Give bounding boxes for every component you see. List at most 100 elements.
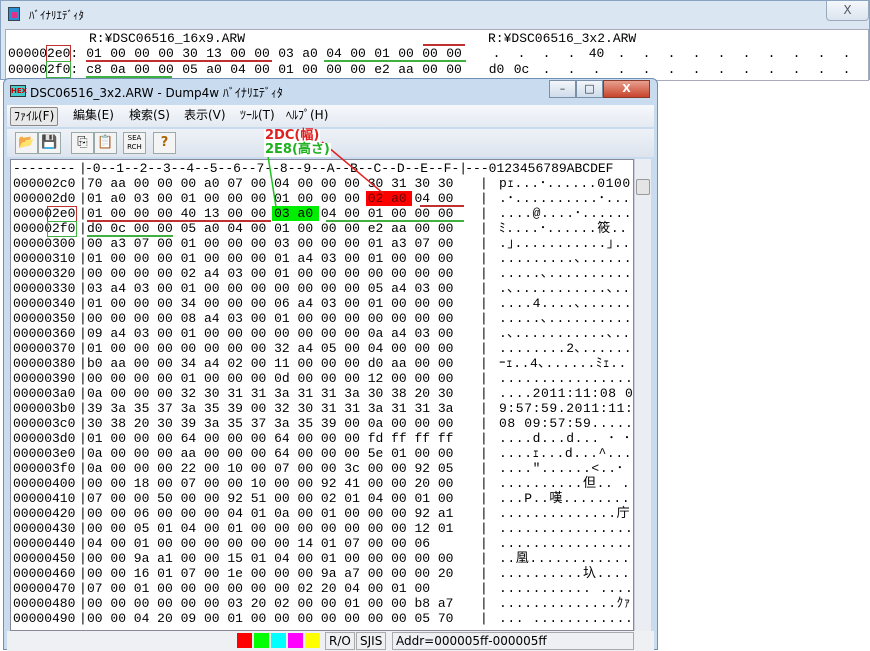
menu-search[interactable]: 検索(S) xyxy=(126,107,173,126)
open-folder-icon[interactable]: 📂 xyxy=(15,132,38,154)
paste-icon[interactable]: 📋 xyxy=(94,132,117,154)
hex-byte: 00 xyxy=(134,61,150,77)
hex-byte: 00 xyxy=(320,311,337,326)
menu-edit[interactable]: 編集(E) xyxy=(70,107,117,126)
row-address: 000003d0 xyxy=(13,431,76,446)
hex-byte: 00 xyxy=(274,476,290,491)
hex-byte: 00 xyxy=(203,581,220,596)
vertical-scrollbar[interactable] xyxy=(634,159,651,631)
table-row[interactable]: 00000330 |03 a4 03 00 01 00 00 00 00 00 00 00 05 a4 03 0… xyxy=(13,281,459,296)
ascii-text: .........､...... xyxy=(499,251,633,266)
ascii-text: .....､.......... xyxy=(499,266,633,281)
table-row[interactable]: 00000420 |00 00 06 00 00 00 04 01 0a 00 01 00 00 00 92 a… xyxy=(13,506,459,521)
table-row[interactable]: 00000390 |00 00 00 00 01 00 00 00 0d 00 00 00 12 00 00 0… xyxy=(13,371,459,386)
hex-byte: 00 xyxy=(250,356,267,371)
hex-byte: 00 xyxy=(437,341,454,356)
search-button[interactable]: SEA RCH xyxy=(123,132,146,154)
table-row[interactable]: 00000370 |01 00 00 00 00 00 00 00 32 a4 05 00 04 00 00 0… xyxy=(13,341,459,356)
hex-byte: 00 xyxy=(157,266,173,281)
hex-byte: 00 xyxy=(297,371,314,386)
address-highlight: 2f0 xyxy=(45,60,72,78)
menu-tools[interactable]: ﾂｰﾙ(T) xyxy=(237,107,278,126)
separator: | xyxy=(480,326,488,341)
table-row[interactable]: 000003d0 |01 00 00 00 64 00 00 00 64 00 00 00 fd ff ff f… xyxy=(13,431,459,446)
hex-byte: 00 xyxy=(203,341,220,356)
copy-icon[interactable]: ⎘ xyxy=(71,132,94,154)
hex-byte: 03 xyxy=(133,281,150,296)
scrollbar-thumb[interactable] xyxy=(636,179,650,195)
hex-byte: 00 xyxy=(437,476,454,491)
separator: | xyxy=(480,341,488,356)
table-row[interactable]: 00000430 |00 00 05 01 04 00 01 00 00 00 00 00 00 00 12 0… xyxy=(13,521,459,536)
header-col: -7- xyxy=(248,161,273,176)
table-row[interactable]: 00000450 |00 00 9a a1 00 00 15 01 04 00 01 00 00 00 00 0… xyxy=(13,551,459,566)
hex-byte: 00 xyxy=(203,461,220,476)
table-row[interactable]: 000002c0 |70 aa 00 00 00 a0 07 00 04 00 00 00 30 31 30 3… xyxy=(13,176,459,191)
hex-dump-view[interactable]: -------- |-0--1--2--3--4--5--6--7--8--9--… xyxy=(10,159,634,631)
hex-byte: 00 xyxy=(157,176,173,191)
hex-byte: 00 xyxy=(367,506,384,521)
hex-byte: 00 xyxy=(344,236,360,251)
table-row[interactable]: 00000340 |01 00 00 00 34 00 00 00 06 a4 03 00 01 00 00 0… xyxy=(13,296,459,311)
color-swatch xyxy=(254,633,269,648)
hex-byte: 00 xyxy=(180,491,197,506)
table-row[interactable]: 000003f0 |0a 00 00 00 22 00 10 00 07 00 00 3c 00 00 92 0… xyxy=(13,461,459,476)
diff-cell: . xyxy=(717,61,726,77)
table-row[interactable]: 000002d0 |01 a0 03 00 01 00 00 00 01 00 00 00 02 a0 04 0… xyxy=(13,191,459,206)
hex-byte: 00 xyxy=(110,341,126,356)
separator: | xyxy=(480,371,488,386)
maximize-button[interactable]: □ xyxy=(576,80,603,98)
hex-byte: 30 xyxy=(297,401,314,416)
hex-byte: 00 xyxy=(320,431,337,446)
save-icon[interactable]: 💾 xyxy=(38,132,61,154)
hex-byte: 05 xyxy=(367,281,384,296)
diff-cell: . xyxy=(692,46,701,61)
table-row[interactable]: 00000400 |00 00 18 00 07 00 00 10 00 00 92 41 00 00 20 0… xyxy=(13,476,459,491)
close-button[interactable]: X xyxy=(603,80,650,98)
table-row[interactable]: 00000460 |00 00 16 01 07 00 1e 00 00 00 9a a7 00 00 00 2… xyxy=(13,566,459,581)
hex-byte: 00 xyxy=(133,266,150,281)
table-row[interactable]: 00000410 |07 00 00 50 00 00 92 51 00 00 02 01 04 00 01 0… xyxy=(13,491,459,506)
hex-byte: 30 xyxy=(367,176,384,191)
separator: | xyxy=(480,206,488,221)
table-row[interactable]: 000003c0 |30 38 20 30 39 3a 35 37 3a 35 39 00 0a 00 00 0… xyxy=(13,416,459,431)
menu-file[interactable]: ﾌｧｲﾙ(F) xyxy=(10,107,59,126)
table-row[interactable]: 00000470 |07 00 01 00 00 00 00 00 00 02 20 04 00 01 00 xyxy=(13,581,436,596)
table-row[interactable]: 00000440 |04 00 01 00 00 00 00 00 00 14 01 07 00 00 06 xyxy=(13,536,436,551)
help-icon[interactable]: ? xyxy=(153,132,176,154)
table-row[interactable]: 00000300 |00 a3 07 00 01 00 00 00 03 00 00 00 01 a3 07 0… xyxy=(13,236,459,251)
hex-byte: 00 xyxy=(180,551,197,566)
table-row[interactable]: 000003b0 |39 3a 35 37 3a 35 39 00 32 30 31 31 3a 31 31 3… xyxy=(13,401,459,416)
hex-byte: 00 xyxy=(157,596,173,611)
table-row[interactable]: 00000490 |00 00 04 20 09 00 01 00 00 00 00 00 00 00 05 7… xyxy=(13,611,459,626)
hex-byte: 00 xyxy=(250,236,267,251)
hex-byte: 00 xyxy=(180,596,197,611)
hex-byte: 00 xyxy=(344,191,360,206)
menu-view[interactable]: 表示(V) xyxy=(181,107,229,126)
hex-byte: 04 xyxy=(180,521,197,536)
hex-byte: 16 xyxy=(133,566,150,581)
table-row[interactable]: 000002e0 |01 00 00 00 40 13 00 00 03 a0 04 00 01 00 00 0… xyxy=(13,206,459,221)
table-row[interactable]: 000003e0 |0a 00 00 00 aa 00 00 00 64 00 00 00 5e 01 00 0… xyxy=(13,446,459,461)
table-row[interactable]: 00000360 |09 a4 03 00 01 00 00 00 00 00 00 00 0a a4 03 0… xyxy=(13,326,459,341)
hex-byte: 00 xyxy=(87,266,103,281)
hex-byte: 00 xyxy=(110,521,126,536)
table-row[interactable]: 00000380 |b0 aa 00 00 34 a4 02 00 11 00 00 00 d0 aa 00 0… xyxy=(13,356,459,371)
table-row[interactable]: 00000350 |00 00 00 00 08 a4 03 00 01 00 00 00 00 00 00 0… xyxy=(13,311,459,326)
menu-help[interactable]: ﾍﾙﾌﾟ(H) xyxy=(283,107,331,126)
hex-byte: 00 xyxy=(320,191,337,206)
close-button[interactable]: X xyxy=(826,1,869,21)
table-row[interactable]: 00000310 |01 00 00 00 01 00 00 00 01 a4 03 00 01 00 00 0… xyxy=(13,251,459,266)
hex-byte: 01 xyxy=(180,191,197,206)
table-row[interactable]: 00000320 |00 00 00 00 02 a4 03 00 01 00 00 00 00 00 00 0… xyxy=(13,266,459,281)
table-row[interactable]: 000003a0 |0a 00 00 00 32 30 31 31 3a 31 31 3a 30 38 20 3… xyxy=(13,386,459,401)
diff-cell: . xyxy=(817,46,826,61)
hex-byte: 00 xyxy=(367,566,384,581)
hex-byte: 04 xyxy=(326,46,342,61)
table-row[interactable]: 00000480 |00 00 00 00 00 00 03 20 02 00 00 01 00 00 b8 a… xyxy=(13,596,459,611)
hex-byte: 00 xyxy=(344,266,360,281)
table-row[interactable]: 000002f0 |d0 0c 00 00 05 a0 04 00 01 00 00 00 e2 aa 00 0… xyxy=(13,221,459,236)
header-col: -2- xyxy=(131,161,156,176)
minimize-button[interactable]: – xyxy=(549,80,576,98)
hex-byte: 00 xyxy=(250,446,267,461)
